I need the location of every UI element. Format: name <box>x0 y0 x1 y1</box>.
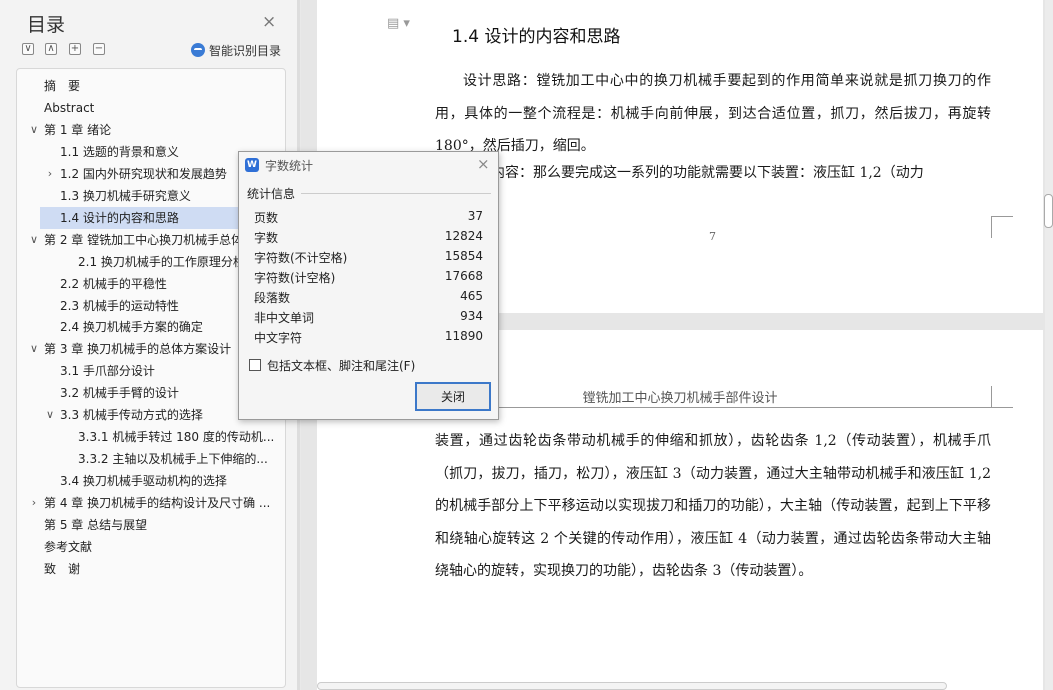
toc-item-label: 摘 要 <box>44 79 81 93</box>
toc-item-label: 第 1 章 绪论 <box>44 122 112 137</box>
paragraph-continued: 装置，通过齿轮齿条带动机械手的伸缩和抓放），齿轮齿条 1,2（传动装置），机械手… <box>435 433 991 579</box>
stat-label: 段落数 <box>254 291 291 305</box>
add-heading-icon[interactable]: + <box>69 43 81 55</box>
toc-item[interactable]: 摘 要 <box>17 75 285 97</box>
smart-recognize-icon <box>191 43 205 57</box>
toc-item-label: 3.3.1 机械手转过 180 度的传动机... <box>78 430 275 445</box>
toc-item-label: 第 2 章 镗铣加工中心换刀机械手总体 <box>44 232 244 247</box>
stat-value: 15854 <box>444 249 483 263</box>
page-number: 7 <box>709 230 716 243</box>
stat-label: 字符数(计空格) <box>254 271 336 285</box>
sidebar-close-icon[interactable]: × <box>262 12 276 32</box>
toc-item[interactable]: 致 谢 <box>17 558 285 580</box>
expand-up-icon[interactable]: ∧ <box>45 43 57 55</box>
toc-item-label: 3.4 换刀机械手驱动机构的选择 <box>60 474 227 489</box>
chevron-down-icon[interactable]: ∨ <box>28 229 40 251</box>
stat-value: 12824 <box>444 229 483 243</box>
stat-value: 11890 <box>444 329 483 343</box>
collapse-all-icon[interactable]: ∨ <box>22 43 34 55</box>
stat-label: 非中文单词 <box>254 311 315 325</box>
toc-item-label: 3.3 机械手传动方式的选择 <box>60 408 203 423</box>
stat-value: 465 <box>460 289 483 303</box>
toc-item-label: 2.4 换刀机械手方案的确定 <box>60 320 203 335</box>
toc-item[interactable]: › 第 4 章 换刀机械手的结构设计及尺寸确 ... <box>17 492 285 514</box>
toc-item-label: 第 5 章 总结与展望 <box>44 518 148 532</box>
toc-item-label: 1.3 换刀机械手研究意义 <box>60 188 191 203</box>
toc-item[interactable]: 第 5 章 总结与展望 <box>17 514 285 536</box>
toc-item-label: Abstract <box>44 100 95 115</box>
horizontal-scrollbar[interactable] <box>317 682 947 690</box>
toc-item-label: 致 谢 <box>44 561 81 576</box>
toc-item[interactable]: 参考文献 <box>17 536 285 558</box>
section-divider <box>301 193 491 194</box>
chevron-down-icon[interactable]: ∨ <box>28 119 40 141</box>
stat-value: 17668 <box>444 269 483 283</box>
section-heading: 1.4 设计的内容和思路 <box>452 27 621 47</box>
toc-item[interactable]: 3.4 换刀机械手驱动机构的选择 <box>17 470 285 492</box>
toc-item-label: 2.2 机械手的平稳性 <box>60 276 167 291</box>
dialog-close-icon[interactable]: × <box>477 155 490 173</box>
stat-label: 页数 <box>254 211 279 225</box>
word-count-dialog: W 字数统计 × 统计信息 包括文本框、脚注和尾注(F) 关闭 页数 37 字数 12… <box>238 151 499 420</box>
header-divider <box>435 407 991 408</box>
stat-value: 934 <box>460 309 483 323</box>
toc-item-label: 1.2 国内外研究现状和发展趋势 <box>60 166 227 181</box>
chevron-down-icon[interactable]: ∨ <box>44 404 56 426</box>
chevron-right-icon[interactable]: › <box>28 492 40 514</box>
toc-item-label: 1.4 设计的内容和思路 <box>60 210 179 225</box>
dialog-title: 字数统计 <box>265 159 314 173</box>
page-corner-mark <box>991 386 1013 408</box>
stats-section-label: 统计信息 <box>247 187 296 201</box>
include-textbox-label[interactable]: 包括文本框、脚注和尾注(F) <box>267 357 415 374</box>
toc-item-label: 第 4 章 换刀机械手的结构设计及尺寸确 ... <box>44 496 271 511</box>
toc-item-label: 参考文献 <box>44 539 93 554</box>
vertical-scrollbar[interactable] <box>1045 0 1053 690</box>
stat-value: 37 <box>467 209 483 223</box>
close-button[interactable]: 关闭 <box>415 382 491 411</box>
toc-item-label: 2.3 机械手的运动特性 <box>60 298 179 313</box>
toc-item[interactable]: 3.3.2 主轴以及机械手上下伸缩的... <box>17 448 285 470</box>
toc-item-label: 1.1 选题的背景和意义 <box>60 144 179 159</box>
page-corner-mark <box>991 216 1013 238</box>
smart-toc-button[interactable]: 智能识别目录 <box>191 42 281 59</box>
paragraph-design-idea: 设计思路：镗铣加工中心中的换刀机械手要起到的作用简单来说就是抓刀换刀的作用，具体… <box>435 73 991 154</box>
toc-item[interactable]: Abstract <box>17 97 285 119</box>
smart-toc-label: 智能识别目录 <box>209 44 282 58</box>
stat-label: 中文字符 <box>254 331 303 345</box>
remove-heading-icon[interactable]: − <box>93 43 105 55</box>
paragraph-design-content: 设计内容：那么要完成这一系列的功能就需要以下装置：液压缸 1,2（动力 <box>463 165 924 181</box>
chevron-right-icon[interactable]: › <box>44 163 56 185</box>
toc-item-label: 2.1 换刀机械手的工作原理分析 <box>78 254 245 269</box>
toc-item[interactable]: ∨ 第 1 章 绪论 <box>17 119 285 141</box>
toc-item-label: 第 3 章 换刀机械手的总体方案设计 <box>44 342 232 357</box>
vertical-scroll-thumb[interactable] <box>1044 194 1053 228</box>
toc-item[interactable]: 3.3.1 机械手转过 180 度的传动机... <box>17 426 285 448</box>
document-icon[interactable]: ▤ ▾ <box>387 16 410 31</box>
sidebar-title: 目录 <box>27 14 66 36</box>
include-textbox-checkbox[interactable] <box>249 359 261 371</box>
wps-app-icon: W <box>245 158 259 172</box>
toc-item-label: 3.3.2 主轴以及机械手上下伸缩的... <box>78 452 268 467</box>
stat-label: 字数 <box>254 231 279 245</box>
chevron-down-icon[interactable]: ∨ <box>28 338 40 360</box>
stat-label: 字符数(不计空格) <box>254 251 348 265</box>
toc-item-label: 3.2 机械手手臂的设计 <box>60 386 179 401</box>
toc-item-label: 3.1 手爪部分设计 <box>60 364 155 379</box>
